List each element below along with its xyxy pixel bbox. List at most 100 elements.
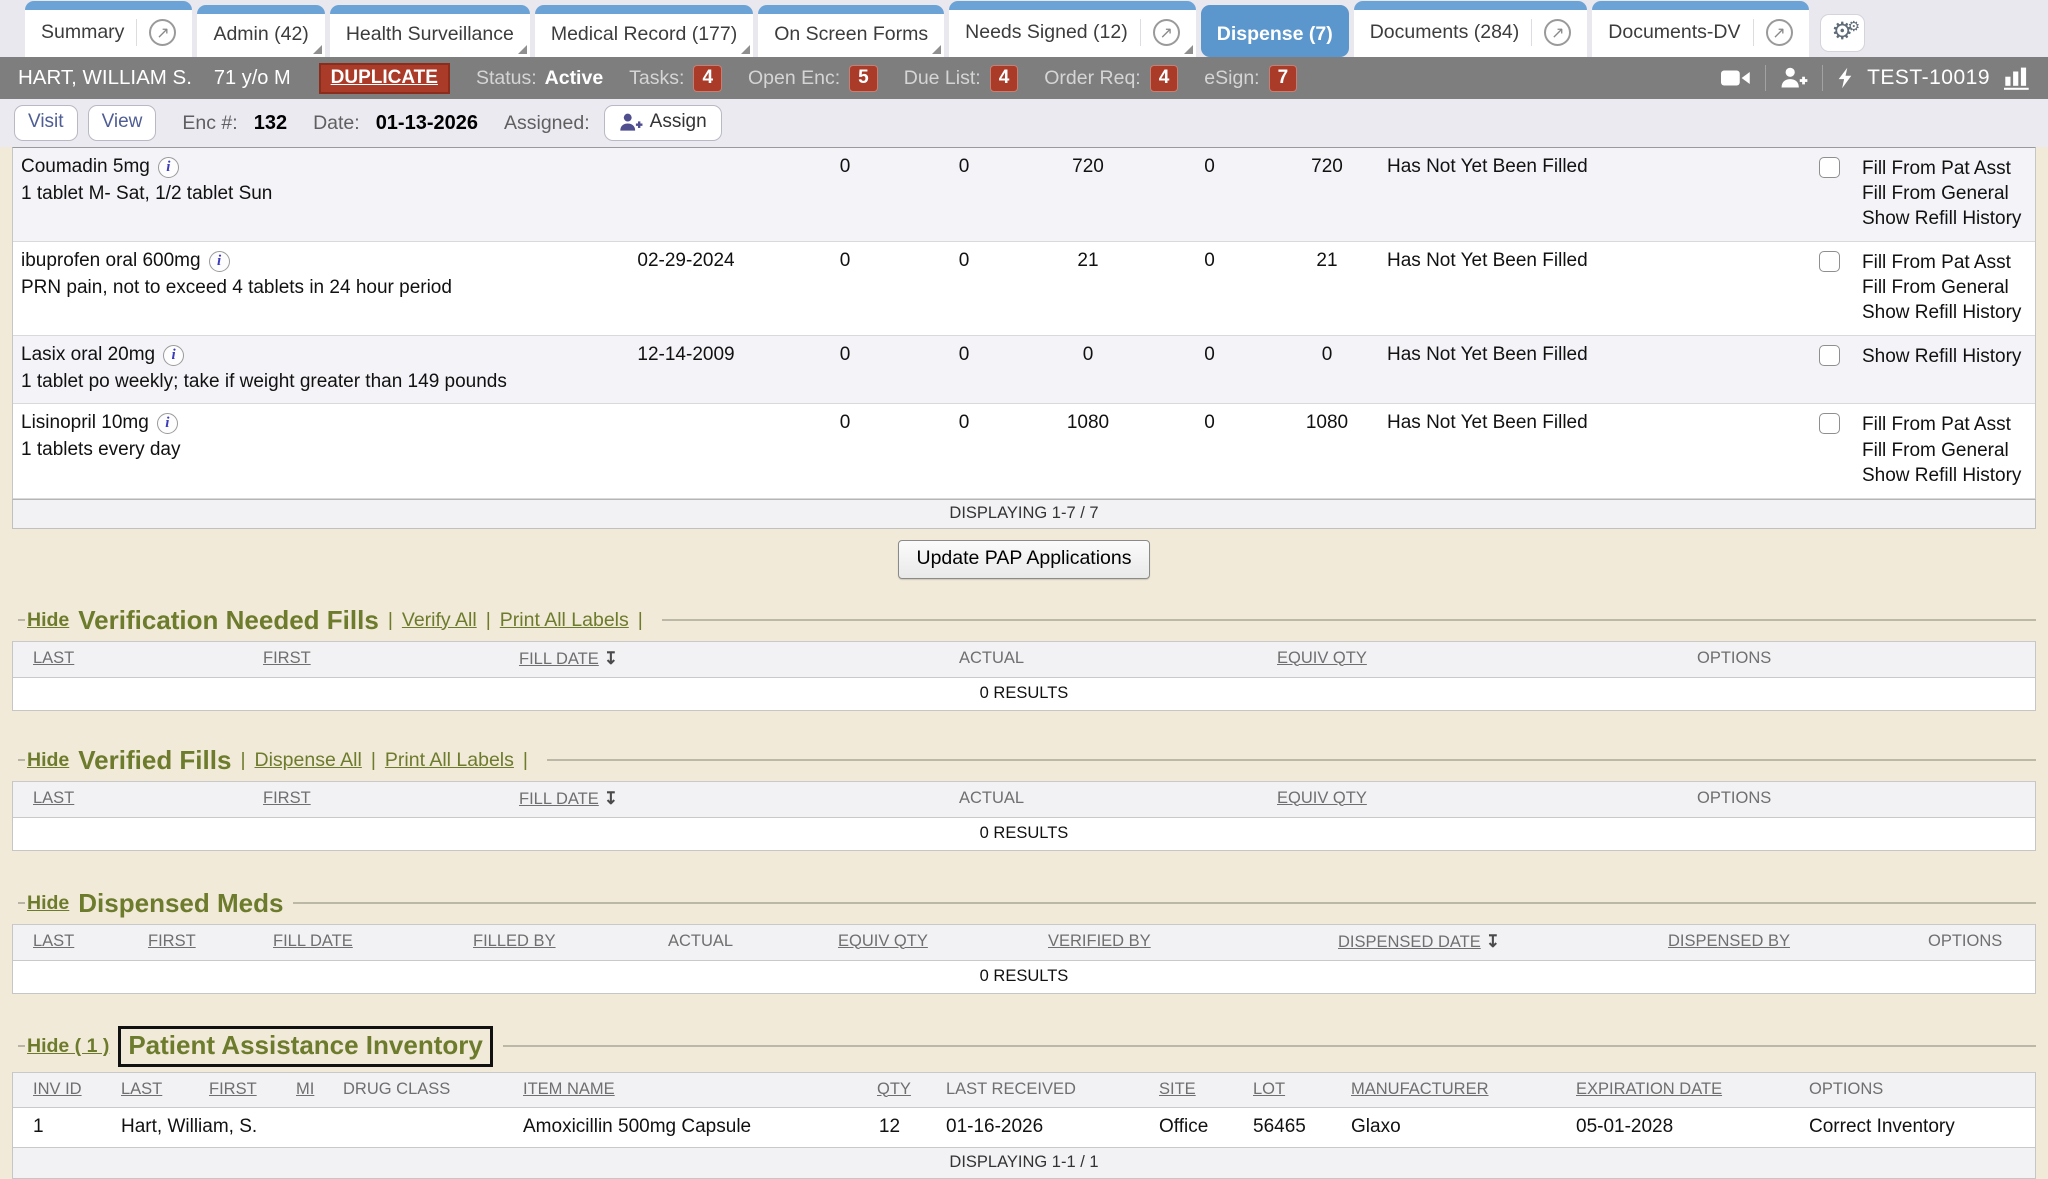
- print-all-labels-link[interactable]: Print All Labels: [385, 749, 514, 772]
- popout-icon[interactable]: ↗: [1531, 19, 1571, 46]
- info-icon[interactable]: i: [158, 157, 179, 178]
- show-refill-history-link[interactable]: Show Refill History: [1862, 344, 2035, 369]
- tab-medical-record[interactable]: Medical Record (177): [535, 5, 753, 57]
- fill-from-pat-asst-link[interactable]: Fill From Pat Asst: [1862, 156, 2035, 181]
- tab-documents-dv[interactable]: Documents-DV ↗: [1592, 1, 1808, 57]
- hide-verification-fills-link[interactable]: Hide: [27, 609, 69, 632]
- popout-icon[interactable]: ↗: [1140, 19, 1180, 46]
- tab-needs-signed[interactable]: Needs Signed (12) ↗: [949, 1, 1196, 57]
- col-header-first[interactable]: FIRST: [243, 781, 499, 817]
- col-header-dispensed-date[interactable]: DISPENSED DATE: [1318, 924, 1648, 960]
- show-refill-history-link[interactable]: Show Refill History: [1862, 300, 2035, 325]
- view-button[interactable]: View: [88, 105, 157, 141]
- col-header-last[interactable]: LAST: [13, 781, 243, 817]
- correct-inventory-link[interactable]: Correct Inventory: [1789, 1107, 2035, 1147]
- medication-name: Lisinopril 10mg: [21, 412, 149, 434]
- fill-checkbox[interactable]: [1819, 345, 1840, 366]
- show-refill-history-link[interactable]: Show Refill History: [1862, 206, 2035, 231]
- col-header-first[interactable]: FIRST: [189, 1072, 276, 1107]
- fill-from-pat-asst-link[interactable]: Fill From Pat Asst: [1862, 412, 2035, 437]
- dispense-all-link[interactable]: Dispense All: [255, 749, 362, 772]
- info-icon[interactable]: i: [209, 251, 230, 272]
- fill-from-general-link[interactable]: Fill From General: [1862, 438, 2035, 463]
- col-header-equiv-qty[interactable]: EQUIV QTY: [1257, 781, 1677, 817]
- show-refill-history-link[interactable]: Show Refill History: [1862, 463, 2035, 488]
- col-header-lot[interactable]: LOT: [1233, 1072, 1331, 1107]
- qty-value: 21: [1024, 242, 1152, 336]
- item-name: Amoxicillin 500mg Capsule: [503, 1107, 857, 1147]
- tab-label: Health Surveillance: [346, 23, 514, 46]
- medication-sig: 1 tablet M- Sat, 1/2 tablet Sun: [21, 183, 586, 205]
- fill-checkbox[interactable]: [1819, 413, 1840, 434]
- col-header-last[interactable]: LAST: [13, 924, 128, 960]
- info-icon[interactable]: i: [157, 413, 178, 434]
- add-person-icon[interactable]: [1780, 67, 1808, 89]
- video-camera-icon[interactable]: [1721, 68, 1751, 88]
- esign-count-badge[interactable]: 7: [1269, 65, 1298, 92]
- divider: [293, 902, 2036, 904]
- popout-icon[interactable]: ↗: [136, 19, 176, 46]
- col-header-fill-date[interactable]: FILL DATE: [253, 924, 453, 960]
- col-header-equiv-qty[interactable]: EQUIV QTY: [1257, 641, 1677, 677]
- tab-menu-fold-icon: [932, 45, 941, 54]
- visit-button[interactable]: Visit: [14, 105, 78, 141]
- col-header-qty[interactable]: QTY: [857, 1072, 926, 1107]
- col-header-fill-date[interactable]: FILL DATE: [499, 641, 939, 677]
- tab-health-surveillance[interactable]: Health Surveillance: [330, 5, 530, 57]
- info-icon[interactable]: i: [163, 345, 184, 366]
- col-header-site[interactable]: SITE: [1139, 1072, 1233, 1107]
- tab-admin[interactable]: Admin (42): [197, 5, 324, 57]
- col-header-last[interactable]: LAST: [13, 641, 243, 677]
- fill-from-general-link[interactable]: Fill From General: [1862, 275, 2035, 300]
- col-header-actual: ACTUAL: [648, 924, 818, 960]
- popout-icon[interactable]: ↗: [1753, 19, 1793, 46]
- tab-dispense[interactable]: Dispense (7): [1201, 5, 1349, 57]
- medication-name: Lasix oral 20mg: [21, 344, 155, 366]
- hide-pat-assist-inventory-link[interactable]: Hide ( 1 ): [27, 1035, 109, 1058]
- duplicate-badge[interactable]: DUPLICATE: [319, 63, 450, 94]
- tab-summary[interactable]: Summary ↗: [25, 1, 192, 57]
- fill-date: 12-14-2009: [586, 336, 786, 404]
- open-enc-count-badge[interactable]: 5: [849, 65, 878, 92]
- status-label: Status:: [476, 67, 537, 90]
- fill-checkbox[interactable]: [1819, 157, 1840, 178]
- fill-checkbox[interactable]: [1819, 251, 1840, 272]
- col-header-fill-date[interactable]: FILL DATE: [499, 781, 939, 817]
- col-header-item-name[interactable]: ITEM NAME: [503, 1072, 857, 1107]
- print-all-labels-link[interactable]: Print All Labels: [500, 609, 629, 632]
- fill-from-general-link[interactable]: Fill From General: [1862, 181, 2035, 206]
- col-header-filled-by[interactable]: FILLED BY: [453, 924, 648, 960]
- verify-all-link[interactable]: Verify All: [402, 609, 477, 632]
- divider: [503, 1045, 2036, 1047]
- enc-date-value: 01-13-2026: [376, 112, 478, 135]
- tab-on-screen-forms[interactable]: On Screen Forms: [758, 5, 944, 57]
- col-header-expiration-date[interactable]: EXPIRATION DATE: [1556, 1072, 1789, 1107]
- col-header-first[interactable]: FIRST: [243, 641, 499, 677]
- order-req-count-badge[interactable]: 4: [1150, 65, 1179, 92]
- col-header-inv-id[interactable]: INV ID: [13, 1072, 101, 1107]
- hide-verified-fills-link[interactable]: Hide: [27, 749, 69, 772]
- due-list-count-badge[interactable]: 4: [990, 65, 1019, 92]
- qty-value: 1080: [1024, 404, 1152, 498]
- col-header-mi[interactable]: MI: [276, 1072, 323, 1107]
- fill-from-pat-asst-link[interactable]: Fill From Pat Asst: [1862, 250, 2035, 275]
- col-header-equiv-qty[interactable]: EQUIV QTY: [818, 924, 1028, 960]
- tab-label: Admin (42): [213, 23, 308, 46]
- col-header-actual: ACTUAL: [939, 641, 1257, 677]
- bar-chart-icon[interactable]: [2004, 66, 2030, 90]
- settings-gears-icon[interactable]: ⚙⚙: [1820, 14, 1866, 52]
- col-header-first[interactable]: FIRST: [128, 924, 253, 960]
- tasks-count-badge[interactable]: 4: [693, 65, 722, 92]
- assign-button[interactable]: Assign: [604, 105, 722, 141]
- col-header-manufacturer[interactable]: MANUFACTURER: [1331, 1072, 1556, 1107]
- patient-name: Hart, William, S.: [101, 1107, 503, 1147]
- empty-results: 0 RESULTS: [13, 677, 2035, 710]
- col-header-verified-by[interactable]: VERIFIED BY: [1028, 924, 1318, 960]
- inv-id: 1: [13, 1107, 101, 1147]
- lightning-icon[interactable]: [1837, 66, 1853, 90]
- col-header-dispensed-by[interactable]: DISPENSED BY: [1648, 924, 1908, 960]
- update-pap-applications-button[interactable]: Update PAP Applications: [898, 540, 1149, 579]
- tab-documents[interactable]: Documents (284) ↗: [1354, 1, 1588, 57]
- col-header-last[interactable]: LAST: [101, 1072, 189, 1107]
- hide-dispensed-meds-link[interactable]: Hide: [27, 892, 69, 915]
